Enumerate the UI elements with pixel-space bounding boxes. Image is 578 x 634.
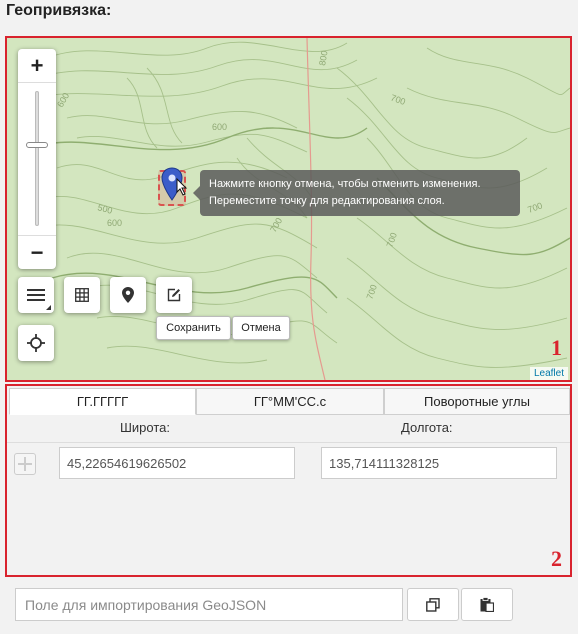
map-marker-icon [122, 287, 134, 303]
longitude-label: Долгота: [401, 420, 453, 435]
coordinates-panel: ГГ.ГГГГГ ГГ°ММ'СС.с Поворотные углы Широ… [5, 384, 572, 577]
geojson-import-input[interactable] [15, 588, 403, 621]
page-title: Геопривязка: [6, 2, 112, 19]
paste-icon [480, 597, 494, 612]
grid-button[interactable] [64, 277, 100, 313]
map-container[interactable]: 600 700 600 500 600 800 700 700 700 700 … [5, 36, 572, 382]
format-tabs: ГГ.ГГГГГ ГГ°ММ'СС.с Поворотные углы [9, 388, 570, 415]
zoom-out-button[interactable]: − [18, 235, 56, 269]
add-point-button[interactable] [14, 453, 36, 475]
tab-turning-points[interactable]: Поворотные углы [384, 388, 570, 415]
tooltip-line: Нажмите кнопку отмена, чтобы отменить из… [209, 178, 481, 190]
layers-icon [27, 289, 45, 301]
divider [7, 442, 570, 443]
paste-button[interactable] [461, 588, 513, 621]
annotation-number: 2 [551, 546, 562, 571]
zoom-in-button[interactable]: + [18, 49, 56, 83]
grid-icon [75, 288, 89, 302]
add-marker-button[interactable] [110, 277, 146, 313]
dropdown-corner-icon [46, 305, 51, 310]
zoom-slider-track[interactable] [35, 91, 39, 226]
layers-button[interactable] [18, 277, 54, 313]
editable-marker[interactable] [157, 166, 189, 210]
contour-label: 600 [212, 122, 227, 132]
attribution-link[interactable]: Leaflet [529, 367, 568, 380]
latitude-label: Широта: [120, 420, 171, 435]
tooltip-line: Переместите точку для редактирования сло… [209, 195, 445, 207]
copy-icon [426, 597, 440, 612]
edit-layer-button[interactable] [156, 277, 192, 313]
tab-dms[interactable]: ГГ°ММ'СС.с [196, 388, 384, 415]
latitude-input[interactable] [59, 447, 295, 479]
crosshair-icon [27, 334, 45, 352]
contour-label: 600 [107, 218, 122, 228]
tab-decimal-degrees[interactable]: ГГ.ГГГГГ [9, 388, 196, 415]
save-button[interactable]: Сохранить [156, 316, 231, 340]
zoom-slider-knob[interactable] [26, 142, 48, 148]
copy-button[interactable] [407, 588, 459, 621]
zoom-control: + − [18, 49, 56, 269]
plus-icon [18, 457, 32, 471]
longitude-input[interactable] [321, 447, 557, 479]
edit-icon [167, 288, 181, 302]
cancel-button[interactable]: Отмена [232, 316, 290, 340]
edit-tooltip: Нажмите кнопку отмена, чтобы отменить из… [193, 170, 520, 216]
annotation-number: 1 [551, 335, 562, 360]
locate-button[interactable] [18, 325, 54, 361]
map-pin-icon [161, 167, 188, 201]
